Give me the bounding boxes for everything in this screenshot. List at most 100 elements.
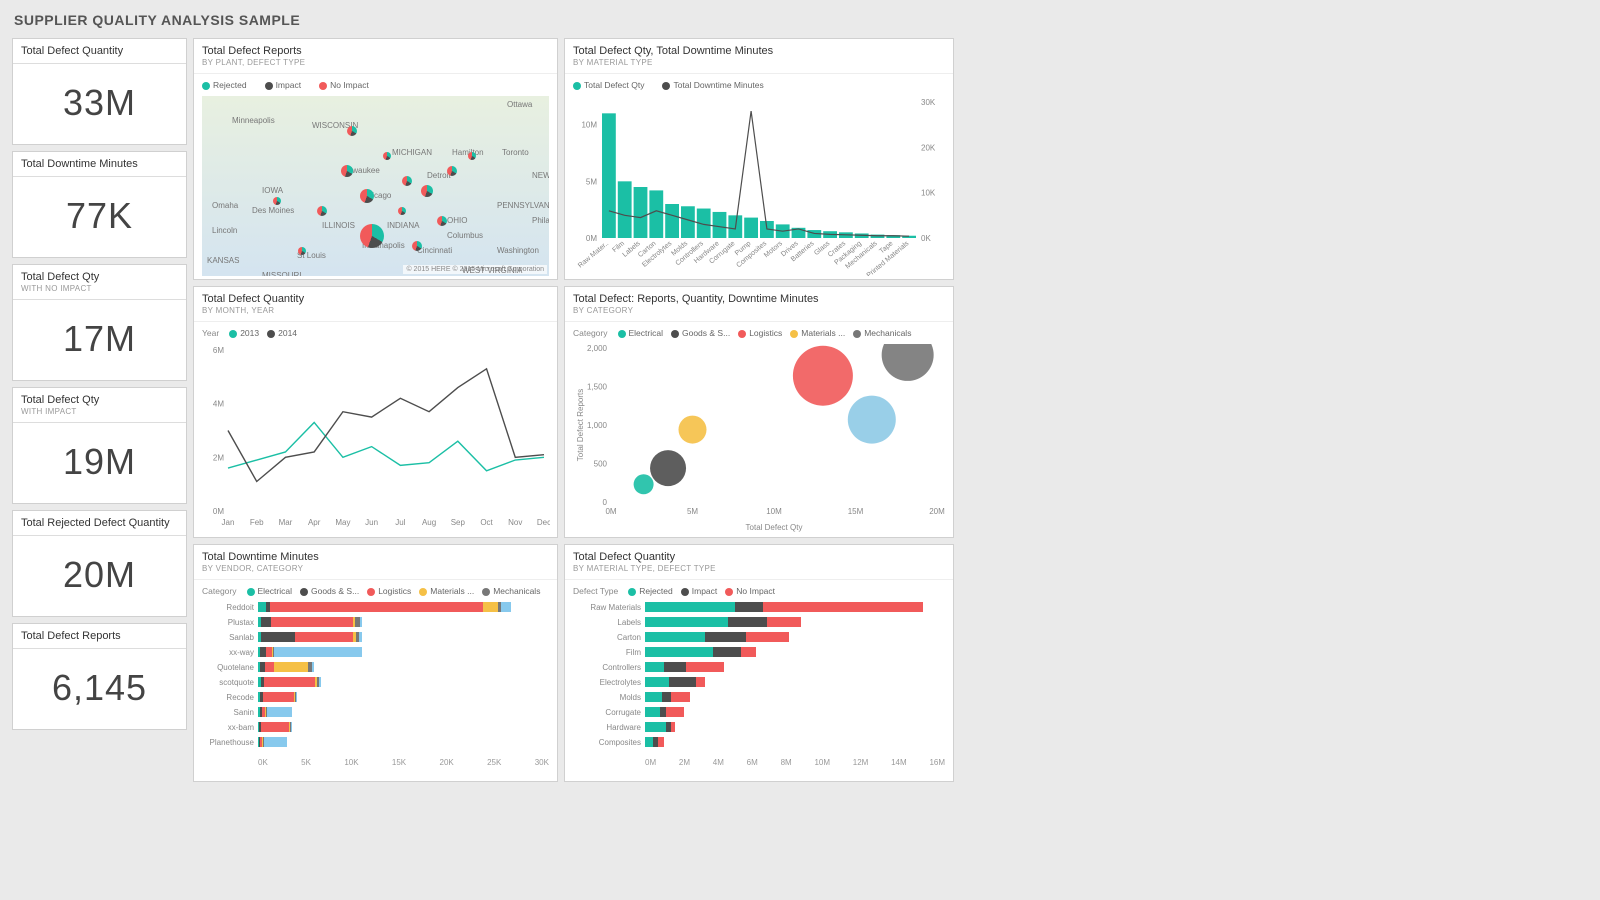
hbar-segment[interactable]	[274, 647, 361, 657]
hbar-row[interactable]: Recode	[202, 690, 549, 704]
hbar-row[interactable]: Hardware	[573, 720, 945, 734]
hbar-row[interactable]: Quotelane	[202, 660, 549, 674]
legend-item[interactable]: No Impact	[725, 586, 775, 596]
hbar-segment[interactable]	[264, 737, 287, 747]
hbar-segment[interactable]	[713, 647, 741, 657]
hbar-segment[interactable]	[296, 692, 297, 702]
tile-downtime-vendor[interactable]: Total Downtime Minutes BY VENDOR, CATEGO…	[193, 544, 558, 782]
hbar-row[interactable]: Labels	[573, 615, 945, 629]
hbar-segment[interactable]	[263, 692, 294, 702]
hbar-segment[interactable]	[664, 662, 687, 672]
hbar-row[interactable]: Planethouse	[202, 735, 549, 749]
kpi-total-rejected-qty[interactable]: Total Rejected Defect Quantity 20M	[12, 510, 187, 617]
map-canvas[interactable]: © 2015 HERE © 2015 Microsoft Corporation…	[202, 96, 549, 276]
map-pie-marker[interactable]	[341, 165, 353, 177]
hbar-segment[interactable]	[767, 617, 801, 627]
hbar-row[interactable]: Reddoit	[202, 600, 549, 614]
hbar-segment[interactable]	[645, 647, 713, 657]
legend-item[interactable]: Mechanicals	[853, 328, 911, 338]
hbar-row[interactable]: Composites	[573, 735, 945, 749]
hbar-segment[interactable]	[295, 632, 353, 642]
hbar-segment[interactable]	[261, 722, 289, 732]
map-pie-marker[interactable]	[398, 207, 406, 215]
legend-item[interactable]: Electrical	[247, 586, 292, 596]
map-pie-marker[interactable]	[402, 176, 412, 186]
hbar-segment[interactable]	[666, 707, 685, 717]
hbar-segment[interactable]	[645, 617, 728, 627]
hbar-segment[interactable]	[645, 602, 735, 612]
legend-item[interactable]: 2014	[267, 328, 297, 338]
map-pie-marker[interactable]	[447, 166, 457, 176]
legend-item[interactable]: Goods & S...	[671, 328, 730, 338]
hbar-segment[interactable]	[483, 602, 498, 612]
hbar-segment[interactable]	[645, 722, 666, 732]
hbar-segment[interactable]	[291, 722, 292, 732]
hbar-segment[interactable]	[746, 632, 789, 642]
hbar-segment[interactable]	[645, 632, 705, 642]
hbar-segment[interactable]	[319, 677, 321, 687]
hbar-segment[interactable]	[261, 632, 295, 642]
bubble-chart[interactable]: 0M5M10M15M20M05001,0001,5002,000Total De…	[573, 344, 945, 532]
legend-item[interactable]: Materials ...	[790, 328, 845, 338]
tile-map-defect-reports[interactable]: Total Defect Reports BY PLANT, DEFECT TY…	[193, 38, 558, 280]
legend-item[interactable]: Rejected	[202, 80, 247, 90]
legend-item[interactable]: Electrical	[618, 328, 663, 338]
hbar-row[interactable]: Molds	[573, 690, 945, 704]
map-pie-marker[interactable]	[317, 206, 327, 216]
legend-item[interactable]: Rejected	[628, 586, 673, 596]
kpi-total-downtime-min[interactable]: Total Downtime Minutes 77K	[12, 151, 187, 258]
hbar-chart[interactable]: Raw MaterialsLabelsCartonFilmControllers…	[565, 598, 953, 756]
legend-item[interactable]: Mechanicals	[482, 586, 540, 596]
kpi-defect-qty-noimpact[interactable]: Total Defect Qty WITH NO IMPACT 17M	[12, 264, 187, 381]
hbar-segment[interactable]	[645, 677, 669, 687]
hbar-row[interactable]: xx-bam	[202, 720, 549, 734]
tile-defect-qty-material[interactable]: Total Defect Quantity BY MATERIAL TYPE, …	[564, 544, 954, 782]
hbar-segment[interactable]	[658, 737, 664, 747]
tile-bubble-category[interactable]: Total Defect: Reports, Quantity, Downtim…	[564, 286, 954, 538]
hbar-row[interactable]: Sanlab	[202, 630, 549, 644]
hbar-segment[interactable]	[645, 662, 664, 672]
legend-item[interactable]: Logistics	[738, 328, 782, 338]
hbar-segment[interactable]	[671, 692, 690, 702]
hbar-row[interactable]: xx-way	[202, 645, 549, 659]
hbar-segment[interactable]	[264, 677, 315, 687]
legend-item[interactable]: Total Defect Qty	[573, 80, 644, 90]
hbar-row[interactable]: Controllers	[573, 660, 945, 674]
hbar-segment[interactable]	[267, 707, 292, 717]
tile-combo-defect-downtime[interactable]: Total Defect Qty, Total Downtime Minutes…	[564, 38, 954, 280]
hbar-segment[interactable]	[645, 692, 662, 702]
legend-item[interactable]: Impact	[265, 80, 302, 90]
hbar-segment[interactable]	[728, 617, 767, 627]
hbar-segment[interactable]	[270, 602, 483, 612]
legend-item[interactable]: Materials ...	[419, 586, 474, 596]
hbar-segment[interactable]	[763, 602, 922, 612]
hbar-segment[interactable]	[360, 617, 362, 627]
hbar-segment[interactable]	[705, 632, 746, 642]
map-pie-marker[interactable]	[421, 185, 433, 197]
hbar-segment[interactable]	[696, 677, 705, 687]
hbar-segment[interactable]	[735, 602, 763, 612]
map-pie-marker[interactable]	[437, 216, 447, 226]
hbar-segment[interactable]	[359, 632, 362, 642]
map-pie-marker[interactable]	[298, 247, 306, 255]
hbar-row[interactable]: Raw Materials	[573, 600, 945, 614]
hbar-row[interactable]: Plustax	[202, 615, 549, 629]
hbar-segment[interactable]	[312, 662, 314, 672]
legend-item[interactable]: No Impact	[319, 80, 369, 90]
hbar-row[interactable]: Corrugate	[573, 705, 945, 719]
hbar-segment[interactable]	[274, 662, 308, 672]
map-pie-marker[interactable]	[468, 152, 476, 160]
hbar-segment[interactable]	[741, 647, 756, 657]
map-pie-marker[interactable]	[383, 152, 391, 160]
hbar-segment[interactable]	[662, 692, 671, 702]
hbar-segment[interactable]	[501, 602, 511, 612]
hbar-segment[interactable]	[669, 677, 695, 687]
hbar-segment[interactable]	[671, 722, 675, 732]
map-pie-marker[interactable]	[360, 224, 384, 248]
hbar-row[interactable]: Carton	[573, 630, 945, 644]
hbar-row[interactable]: scotquote	[202, 675, 549, 689]
tile-line-defect-qty-month[interactable]: Total Defect Quantity BY MONTH, YEAR Yea…	[193, 286, 558, 538]
line-chart[interactable]: 0M2M4M6MJanFebMarAprMayJunJulAugSepOctNo…	[202, 344, 550, 529]
hbar-segment[interactable]	[271, 617, 353, 627]
hbar-segment[interactable]	[265, 662, 275, 672]
